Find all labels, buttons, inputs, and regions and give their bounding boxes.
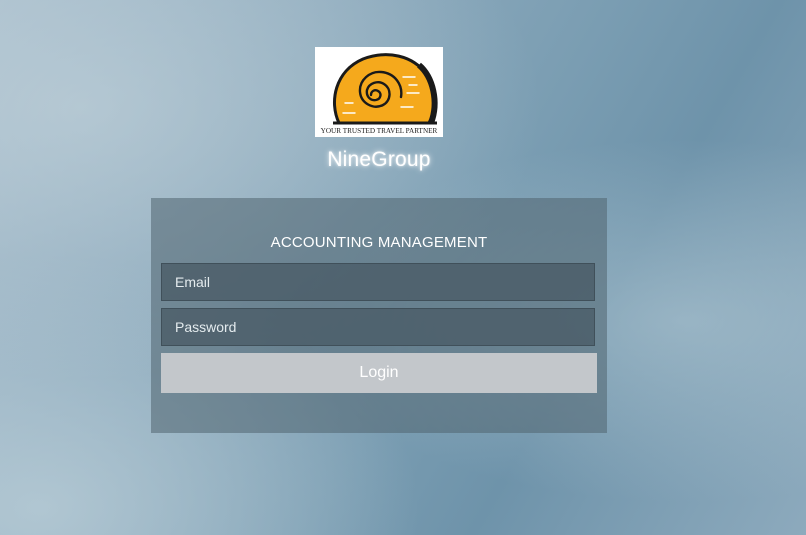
email-field-wrapper	[161, 263, 595, 301]
password-input[interactable]	[162, 309, 594, 345]
login-button[interactable]: Login	[161, 353, 597, 393]
password-field-wrapper	[161, 308, 595, 346]
login-title: ACCOUNTING MANAGEMENT	[270, 234, 488, 251]
email-input[interactable]	[162, 264, 594, 300]
brand-name: NineGroup	[327, 148, 431, 171]
snail-shell-logo-icon: YOUR TRUSTED TRAVEL PARTNER	[321, 53, 438, 135]
logo-tagline: YOUR TRUSTED TRAVEL PARTNER	[321, 127, 438, 135]
company-logo: YOUR TRUSTED TRAVEL PARTNER	[315, 47, 443, 137]
